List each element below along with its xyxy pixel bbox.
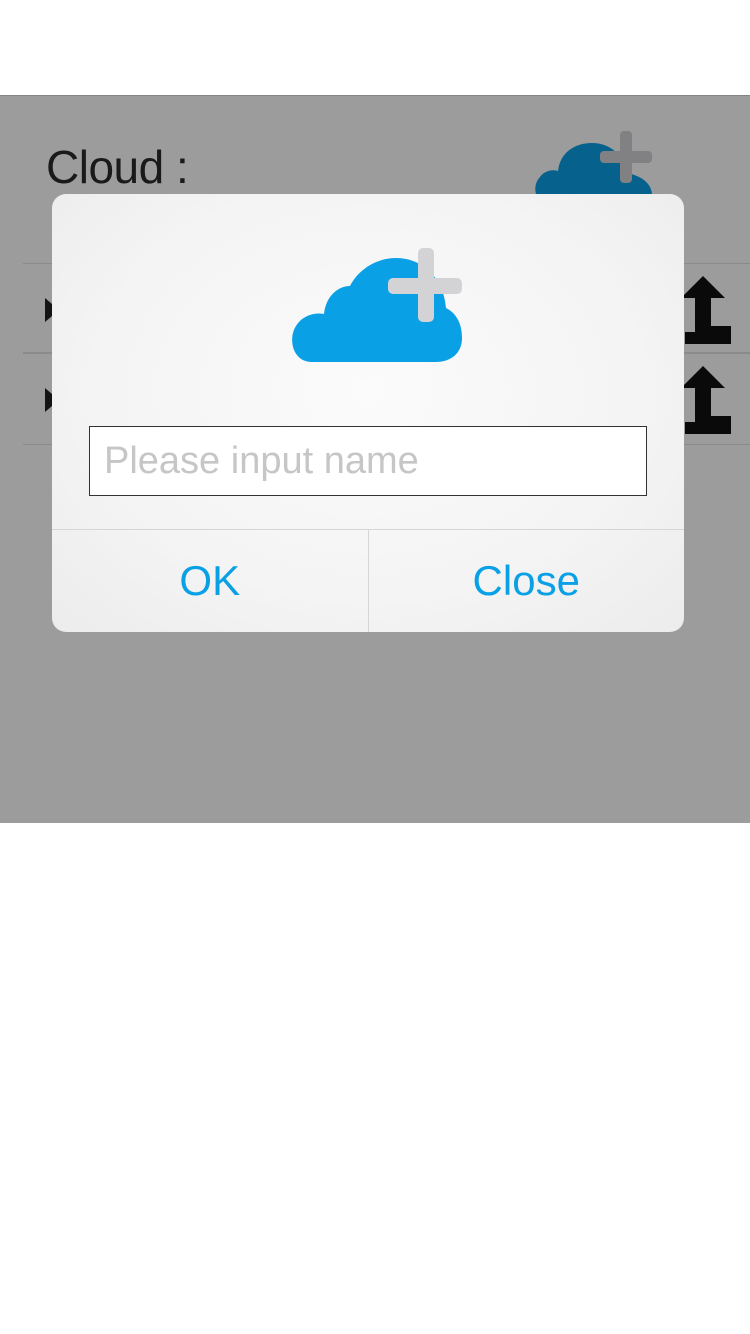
- name-input[interactable]: [89, 426, 647, 496]
- add-cloud-dialog: OK Close: [52, 194, 684, 632]
- cloud-plus-icon: [292, 248, 462, 362]
- ok-button[interactable]: OK: [52, 530, 368, 632]
- close-button[interactable]: Close: [367, 530, 685, 632]
- dialog-button-row: OK Close: [52, 529, 684, 632]
- app-screen: Cloud : Please input name OK Close: [0, 0, 750, 1334]
